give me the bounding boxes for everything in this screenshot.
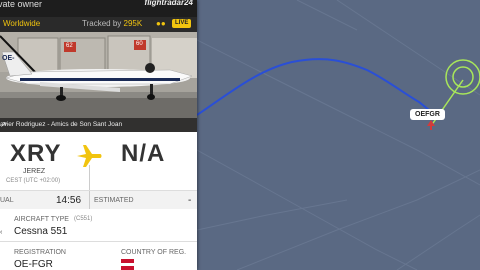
origin-city: JEREZ [23,168,46,175]
flight-map[interactable]: OEFGR [197,0,480,270]
live-badge: LIVE [172,19,192,28]
origin-code[interactable]: XRY [10,140,61,168]
destination-code[interactable]: N/A [121,140,165,168]
region-label: Worldwide [3,19,41,28]
route-divider [89,165,90,190]
flight-info-panel: vate owner flightradar24 Worldwide Track… [0,0,197,270]
flag-icon [121,259,134,270]
registration-label: REGISTRATION [14,249,66,256]
aircraft-divider [0,241,197,242]
origin-timezone: CEST (UTC +02:00) [6,178,61,184]
hangar-sign-2: 60 [136,41,143,47]
actual-label: UAL [0,197,14,204]
flight-track [197,58,430,116]
app-logo: flightradar24 [144,0,193,7]
estimated-time: - [188,195,192,206]
aircraft-type-code: (C551) [74,216,93,222]
aircraft-photo[interactable]: OE- 62 60 [0,32,197,132]
callsign-label[interactable]: OEFGR [410,109,445,120]
tracked-count: 295K [123,19,143,28]
estimated-label: ESTIMATED [94,197,134,204]
tracking-bar: Worldwide Tracked by 295K ●● LIVE [0,17,197,32]
tracked-label: Tracked by 295K [82,19,143,28]
hangar-sign-1: 62 [66,43,73,49]
panel-header: vate owner flightradar24 [0,0,197,17]
map-canvas [197,0,480,270]
registration-value: OE-FGR [14,259,53,270]
actual-time: 14:56 [56,195,82,206]
times-row: UAL 14:56 ESTIMATED - [0,190,197,210]
chevron-left-icon[interactable]: ‹ [0,229,6,236]
photo-credit: avier Rodriguez - Amics de Son Sant Joan… [0,118,197,132]
times-divider [89,191,90,210]
people-icon: ●● [156,19,166,28]
owner-title: vate owner [0,0,43,9]
aircraft-section: ‹ AIRCRAFT TYPE (C551) Cessna 551 REGIST… [0,209,197,270]
tail-number: OE- [2,55,15,62]
aircraft-photo-image [0,32,197,132]
aircraft-type-value: Cessna 551 [14,226,68,237]
country-label: COUNTRY OF REG. [121,249,187,256]
external-link-icon[interactable]: ↗ [0,120,192,129]
aircraft-type-label: AIRCRAFT TYPE [14,216,69,223]
